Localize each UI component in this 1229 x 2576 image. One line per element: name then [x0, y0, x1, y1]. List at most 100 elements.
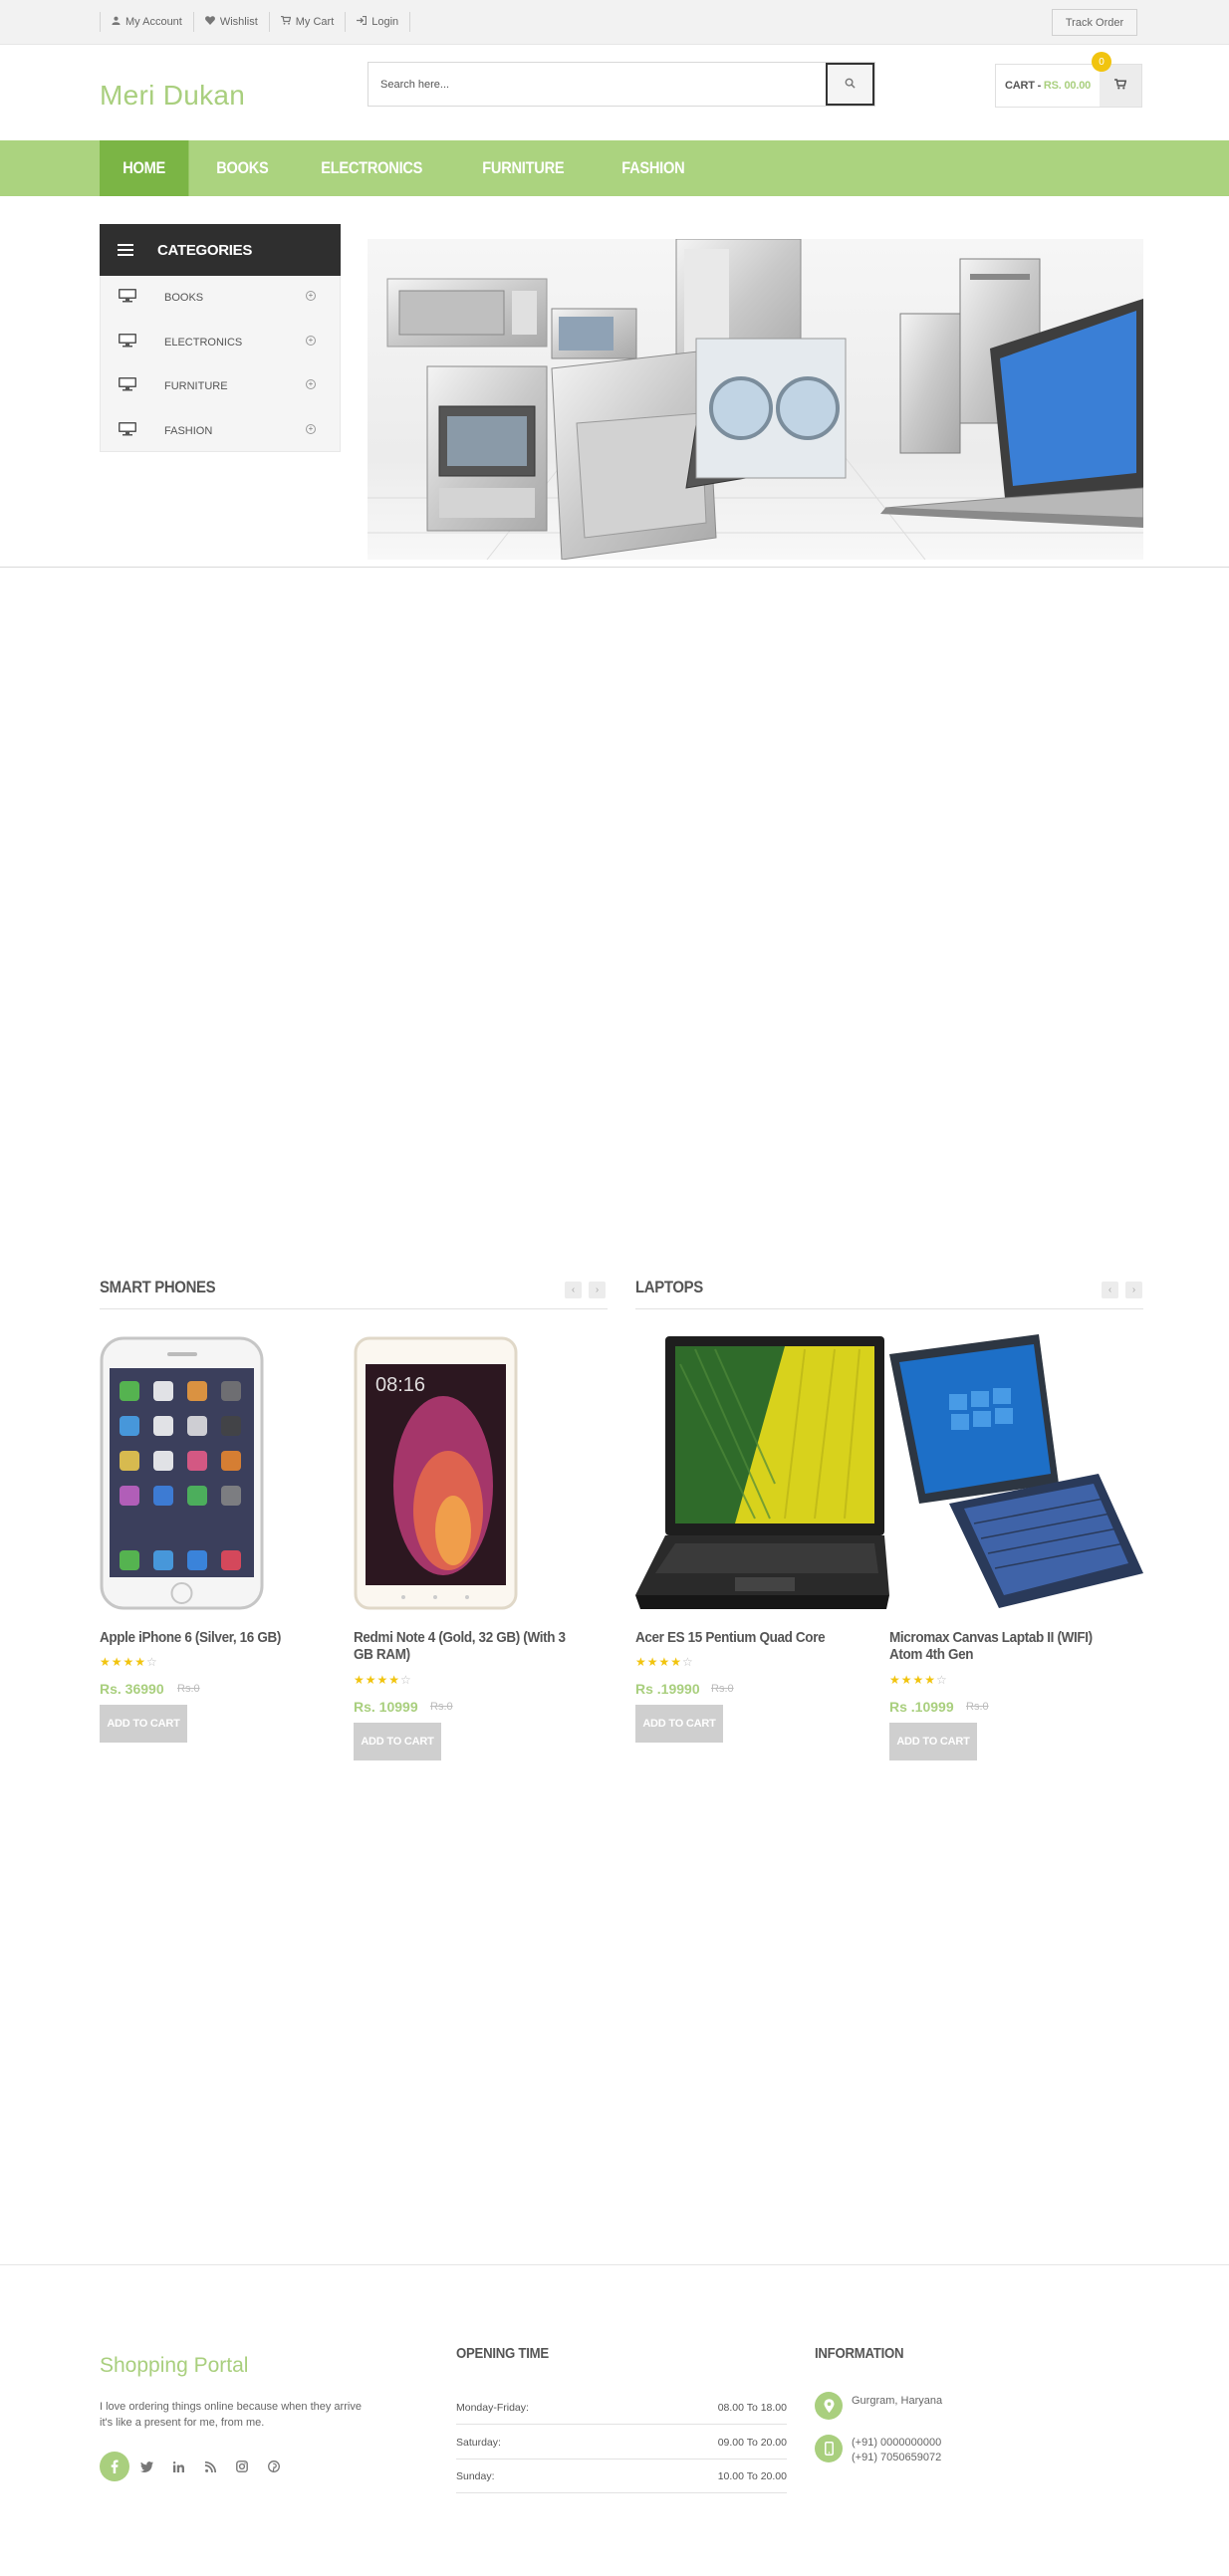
rating-stars: ★★★★☆ [889, 1673, 948, 1687]
main-navigation: HOME BOOKS ELECTRONICS FURNITURE FASHION [0, 140, 1229, 196]
instagram-icon[interactable] [227, 2452, 257, 2481]
product-name[interactable]: Redmi Note 4 (Gold, 32 GB) (With 3 GB RA… [354, 1629, 587, 1663]
search-button[interactable] [826, 63, 874, 106]
add-to-cart-button[interactable]: ADD TO CART [889, 1723, 977, 1760]
nav-items: HOME BOOKS ELECTRONICS FURNITURE FASHION [100, 140, 715, 196]
add-to-cart-button[interactable]: ADD TO CART [100, 1705, 187, 1743]
opening-time-title: OPENING TIME [456, 2345, 549, 2362]
monitor-icon [118, 333, 137, 348]
facebook-icon[interactable] [100, 2452, 129, 2481]
product-image-acer[interactable] [635, 1334, 889, 1611]
hours-row: Sunday: 10.00 To 20.00 [456, 2459, 787, 2493]
rss-icon[interactable] [195, 2452, 225, 2481]
category-label: FURNITURE [164, 380, 228, 393]
mobile-phone-icon [815, 2435, 843, 2462]
hours-time: 10.00 To 20.00 [717, 2469, 787, 2482]
smartphones-title: SMART PHONES [100, 1278, 216, 1296]
expand-icon[interactable]: + [306, 379, 316, 389]
rating-stars: ★★★★☆ [635, 1655, 694, 1669]
hours-day: Monday-Friday: [456, 2401, 529, 2414]
search-input[interactable] [369, 63, 826, 106]
categories-title: CATEGORIES [157, 241, 253, 259]
shopping-cart-icon [1114, 77, 1127, 95]
category-label: FASHION [164, 424, 213, 437]
nav-fashion[interactable]: FASHION [599, 140, 708, 196]
my-cart-link[interactable]: My Cart [268, 12, 346, 32]
footer-divider [0, 2264, 1229, 2265]
hours-row: Saturday: 09.00 To 20.00 [456, 2426, 787, 2459]
nav-furniture[interactable]: FURNITURE [459, 140, 588, 196]
footer-logo[interactable]: Shopping Portal [100, 2354, 248, 2378]
nav-home[interactable]: HOME [100, 140, 189, 196]
my-account-link[interactable]: My Account [100, 12, 193, 32]
cart-summary: CART - RS. 00.00 [996, 80, 1100, 92]
information-title: INFORMATION [815, 2345, 904, 2362]
product-price: Rs .10999 [889, 1699, 954, 1715]
hours-day: Sunday: [456, 2469, 495, 2482]
product-old-price: Rs.0 [177, 1683, 200, 1695]
cart-icon-box[interactable] [1100, 65, 1141, 107]
next-arrow-icon[interactable]: › [1125, 1282, 1142, 1298]
top-links: My Account Wishlist My Cart Login [100, 12, 411, 32]
login-link[interactable]: Login [345, 12, 411, 32]
product-image-redmi[interactable]: 08:16 [354, 1336, 518, 1610]
add-to-cart-button[interactable]: ADD TO CART [354, 1723, 441, 1760]
map-pin-icon [815, 2392, 843, 2420]
login-icon [357, 15, 368, 28]
search-bar [368, 62, 875, 107]
expand-icon[interactable]: + [306, 335, 316, 346]
cart-label: CART - [1004, 80, 1042, 92]
next-arrow-icon[interactable]: › [589, 1282, 606, 1298]
monitor-icon [118, 376, 137, 391]
laptops-title: LAPTOPS [635, 1278, 703, 1296]
hero-banner[interactable] [368, 239, 1143, 560]
nav-electronics[interactable]: ELECTRONICS [298, 140, 445, 196]
product-name[interactable]: Apple iPhone 6 (Silver, 16 GB) [100, 1629, 315, 1646]
product-name[interactable]: Micromax Canvas Laptab II (WIFI) Atom 4t… [889, 1629, 1124, 1663]
product-image-micromax[interactable] [889, 1334, 1143, 1613]
product-price: Rs. 10999 [354, 1699, 418, 1715]
twitter-icon[interactable] [131, 2452, 161, 2481]
expand-icon[interactable]: + [306, 291, 316, 301]
product-price: Rs .19990 [635, 1681, 700, 1697]
hours-row: Monday-Friday: 08.00 To 18.00 [456, 2391, 787, 2425]
monitor-icon [118, 421, 137, 436]
top-bar: My Account Wishlist My Cart Login Track … [0, 0, 1229, 45]
section-underline [635, 1308, 1143, 1309]
expand-icon[interactable]: + [306, 423, 316, 434]
heart-icon [204, 16, 215, 28]
login-label: Login [371, 16, 399, 28]
user-icon [112, 16, 121, 28]
site-logo[interactable]: Meri Dukan [100, 80, 245, 112]
category-label: ELECTRONICS [164, 336, 243, 349]
rating-stars: ★★★★☆ [354, 1673, 412, 1687]
category-books[interactable]: BOOKS + [101, 276, 340, 321]
header-cart[interactable]: CART - RS. 00.00 [995, 64, 1142, 108]
rating-stars: ★★★★☆ [100, 1655, 158, 1669]
pinterest-icon[interactable] [259, 2452, 289, 2481]
my-cart-label: My Cart [295, 16, 335, 28]
category-furniture[interactable]: FURNITURE + [101, 364, 340, 409]
prev-arrow-icon[interactable]: ‹ [565, 1282, 582, 1298]
nav-books[interactable]: BOOKS [193, 140, 292, 196]
category-electronics[interactable]: ELECTRONICS + [101, 321, 340, 365]
address-text: Gurgram, Haryana [852, 2395, 943, 2407]
appliances-illustration [368, 239, 1143, 560]
hours-day: Saturday: [456, 2436, 501, 2449]
prev-arrow-icon[interactable]: ‹ [1102, 1282, 1118, 1298]
wishlist-link[interactable]: Wishlist [192, 12, 269, 32]
product-image-iphone[interactable] [100, 1336, 264, 1610]
category-label: BOOKS [164, 292, 204, 305]
hours-time: 09.00 To 20.00 [717, 2436, 787, 2449]
phone-two: (+91) 7050659072 [852, 2452, 942, 2463]
linkedin-icon[interactable] [163, 2452, 193, 2481]
menu-icon [118, 244, 133, 256]
search-icon [845, 76, 856, 94]
cart-icon [280, 15, 292, 28]
track-order-button[interactable]: Track Order [1052, 9, 1137, 36]
product-name[interactable]: Acer ES 15 Pentium Quad Core [635, 1629, 851, 1646]
category-fashion[interactable]: FASHION + [101, 409, 340, 454]
hours-time: 08.00 To 18.00 [717, 2401, 787, 2414]
cart-count-badge: 0 [1092, 52, 1111, 72]
add-to-cart-button[interactable]: ADD TO CART [635, 1705, 723, 1743]
